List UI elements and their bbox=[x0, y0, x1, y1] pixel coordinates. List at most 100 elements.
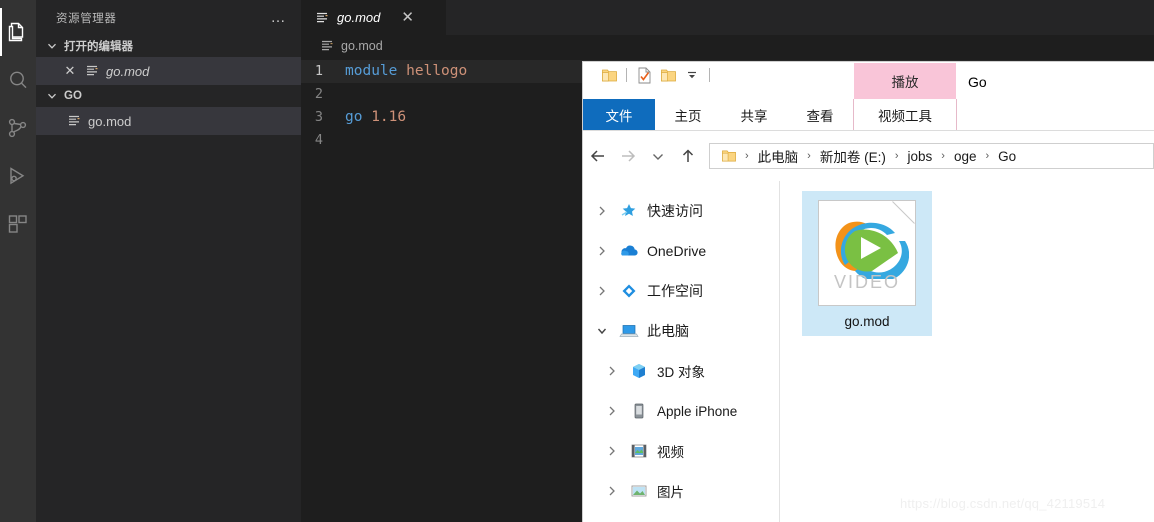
ribbon-tab-home[interactable]: 主页 bbox=[655, 99, 721, 130]
close-icon[interactable]: ✕ bbox=[62, 63, 78, 79]
ribbon-tab-view[interactable]: 查看 bbox=[787, 99, 853, 130]
chevron-right-icon: › bbox=[745, 150, 749, 162]
back-button[interactable] bbox=[583, 141, 613, 171]
chevron-right-icon[interactable] bbox=[603, 402, 621, 420]
files-icon bbox=[6, 20, 30, 44]
breadcrumb-label: go.mod bbox=[341, 39, 383, 53]
ribbon-tab-video-tools[interactable]: 视频工具 bbox=[853, 99, 957, 130]
nav-item-onedrive[interactable]: OneDrive bbox=[583, 231, 779, 271]
activity-item-source-control[interactable] bbox=[0, 104, 36, 152]
section-folder-label: GO bbox=[64, 90, 82, 102]
line-number: 3 bbox=[314, 109, 323, 125]
file-thumbnail: VIDEO bbox=[818, 200, 916, 306]
section-open-editors-label: 打开的编辑器 bbox=[64, 41, 133, 53]
chevron-right-icon[interactable] bbox=[603, 362, 621, 380]
nav-item-apple-iphone[interactable]: Apple iPhone bbox=[583, 391, 779, 431]
ribbon-tab-share[interactable]: 共享 bbox=[721, 99, 787, 130]
chevron-right-icon: › bbox=[807, 150, 811, 162]
chevron-right-icon[interactable] bbox=[593, 282, 611, 300]
code-line-content: module hellogo bbox=[345, 63, 468, 79]
section-open-editors[interactable]: 打开的编辑器 bbox=[36, 35, 301, 57]
line-number: 2 bbox=[314, 86, 323, 102]
file-tree-item-go-mod[interactable]: go.mod bbox=[36, 107, 301, 135]
nav-item-label: 工作空间 bbox=[647, 283, 703, 299]
open-editor-item-go-mod[interactable]: ✕ go.mod bbox=[36, 57, 301, 85]
nav-item-label: 快速访问 bbox=[647, 203, 703, 219]
go-mod-file-icon bbox=[66, 113, 82, 129]
new-folder-icon[interactable] bbox=[656, 64, 680, 86]
chevron-right-icon[interactable] bbox=[603, 482, 621, 500]
nav-item-documents[interactable]: 文档 bbox=[583, 511, 779, 522]
thumbnail-type-label: VIDEO bbox=[833, 272, 900, 292]
folder-icon bbox=[719, 146, 739, 166]
go-mod-file-icon bbox=[84, 63, 100, 79]
go-mod-file-icon bbox=[319, 38, 335, 54]
activity-bar bbox=[0, 0, 36, 522]
sidebar-more-actions-button[interactable]: … bbox=[271, 10, 288, 25]
chevron-down-icon bbox=[44, 88, 60, 104]
explorer-body: 快速访问 OneDrive 工作空间 此电脑 3D 对象 Apple iPhon… bbox=[583, 181, 1154, 522]
search-icon bbox=[6, 68, 30, 92]
chevron-down-icon[interactable] bbox=[593, 322, 611, 340]
forward-button[interactable] bbox=[613, 141, 643, 171]
breadcrumb-item-4[interactable]: Go bbox=[995, 149, 1019, 164]
tab-bar: go.mod ✕ bbox=[301, 0, 1154, 35]
device-icon bbox=[629, 401, 649, 421]
file-item-go-mod[interactable]: VIDEO go.mod bbox=[802, 191, 932, 336]
run-debug-icon bbox=[6, 164, 30, 188]
nav-item-videos[interactable]: 视频 bbox=[583, 431, 779, 471]
nav-item-label: 视频 bbox=[657, 445, 684, 460]
properties-icon[interactable] bbox=[632, 64, 656, 86]
chevron-down-icon bbox=[44, 38, 60, 54]
sidebar-title: 资源管理器 bbox=[56, 12, 117, 25]
ribbon-tab-file[interactable]: 文件 bbox=[583, 99, 655, 130]
breadcrumb-item-2[interactable]: jobs bbox=[905, 149, 936, 164]
breadcrumb-path[interactable]: › 此电脑 › 新加卷 (E:) › jobs › oge › Go bbox=[709, 143, 1154, 169]
customize-dropdown-icon[interactable] bbox=[680, 64, 704, 86]
nav-item-pictures[interactable]: 图片 bbox=[583, 471, 779, 511]
breadcrumb-item-0[interactable]: 此电脑 bbox=[755, 146, 802, 166]
nav-item-label: Apple iPhone bbox=[657, 403, 738, 419]
this-pc-icon bbox=[619, 321, 639, 341]
ribbon-tab-bar: 文件 主页 共享 查看 视频工具 bbox=[583, 99, 1154, 131]
nav-item-quick-access[interactable]: 快速访问 bbox=[583, 191, 779, 231]
ribbon-divider bbox=[583, 130, 1154, 131]
file-tree-item-label: go.mod bbox=[88, 113, 132, 129]
nav-item-this-pc[interactable]: 此电脑 bbox=[583, 311, 779, 351]
open-editor-item-label: go.mod bbox=[106, 63, 150, 79]
nav-item-workspace[interactable]: 工作空间 bbox=[583, 271, 779, 311]
explorer-sidebar: 资源管理器 … 打开的编辑器 ✕ go.mod GO go.mod bbox=[36, 0, 301, 522]
activity-item-extensions[interactable] bbox=[0, 200, 36, 248]
close-icon[interactable]: ✕ bbox=[401, 10, 414, 25]
section-folder-go[interactable]: GO bbox=[36, 85, 301, 107]
chevron-right-icon[interactable] bbox=[593, 242, 611, 260]
nav-item-3d-objects[interactable]: 3D 对象 bbox=[583, 351, 779, 391]
chevron-right-icon[interactable] bbox=[593, 202, 611, 220]
editor-breadcrumb[interactable]: go.mod bbox=[301, 35, 1154, 57]
content-pane[interactable]: VIDEO go.mod bbox=[780, 181, 1154, 522]
nav-item-label: OneDrive bbox=[647, 243, 707, 259]
line-number: 1 bbox=[314, 63, 323, 79]
activity-item-explorer[interactable] bbox=[0, 8, 36, 56]
line-number: 4 bbox=[314, 132, 323, 148]
breadcrumb-item-1[interactable]: 新加卷 (E:) bbox=[817, 146, 889, 166]
chevron-right-icon: › bbox=[941, 150, 945, 162]
folder-icon[interactable] bbox=[597, 64, 621, 86]
contextual-tab-group-label[interactable]: 播放 bbox=[854, 63, 956, 99]
breadcrumb-item-3[interactable]: oge bbox=[951, 149, 980, 164]
quick-access-icon bbox=[619, 201, 639, 221]
onedrive-icon bbox=[619, 241, 639, 261]
videos-icon bbox=[629, 441, 649, 461]
chevron-right-icon[interactable] bbox=[603, 442, 621, 460]
address-bar: › 此电脑 › 新加卷 (E:) › jobs › oge › Go bbox=[583, 137, 1154, 175]
recent-locations-button[interactable] bbox=[643, 141, 673, 171]
activity-item-run-debug[interactable] bbox=[0, 152, 36, 200]
tab-go-mod[interactable]: go.mod ✕ bbox=[301, 0, 446, 35]
activity-item-search[interactable] bbox=[0, 56, 36, 104]
sidebar-header: 资源管理器 … bbox=[36, 0, 301, 35]
file-explorer-window: 播放 Go 文件 主页 共享 查看 视频工具 › 此电脑 › 新加卷 (E:) … bbox=[583, 62, 1154, 522]
workspace-icon bbox=[619, 281, 639, 301]
up-button[interactable] bbox=[673, 141, 703, 171]
file-item-label: go.mod bbox=[844, 314, 890, 329]
source-control-icon bbox=[6, 116, 30, 140]
